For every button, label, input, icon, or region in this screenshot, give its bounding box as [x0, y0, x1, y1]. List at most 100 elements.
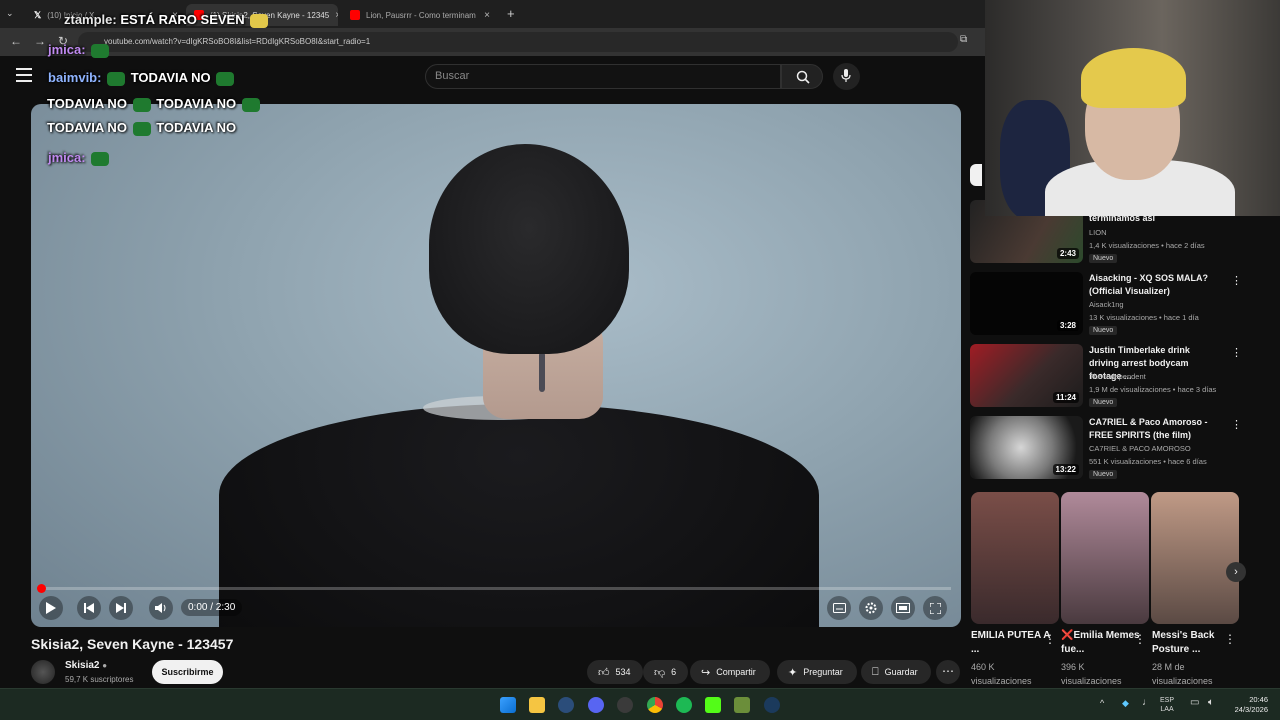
- save-button[interactable]: ⎕ Guardar: [861, 660, 931, 684]
- like-button[interactable]: 👍︎ 534: [587, 660, 643, 684]
- new-tab-button[interactable]: +: [507, 6, 515, 21]
- volume-icon[interactable]: 🔈︎: [1208, 697, 1214, 708]
- volume-icon: [155, 603, 166, 613]
- close-tab-icon[interactable]: ×: [335, 10, 338, 21]
- more-options-icon[interactable]: ⋮: [1231, 274, 1242, 287]
- chat-text: TODAVIA NO: [156, 96, 237, 111]
- short-thumbnail[interactable]: [1061, 492, 1149, 624]
- clock-date: 24/3/2026: [1234, 705, 1268, 714]
- video-player[interactable]: 0:00 / 2:30: [31, 104, 961, 627]
- back-icon[interactable]: ←: [10, 34, 22, 48]
- windows-start-icon[interactable]: [500, 697, 516, 713]
- channel-name[interactable]: LION: [1089, 228, 1107, 237]
- more-icon: ⋯: [942, 664, 954, 678]
- verified-icon: ●: [102, 661, 108, 670]
- spotify-icon[interactable]: [676, 697, 692, 713]
- progress-bar[interactable]: [37, 584, 951, 593]
- tab-list-button[interactable]: ⌄: [6, 8, 14, 19]
- url-input[interactable]: youtube.com/watch?v=dIgKRSoBO8I&list=RDd…: [78, 32, 958, 52]
- chrome-icon[interactable]: [647, 697, 663, 713]
- hamburger-menu-icon[interactable]: [16, 68, 32, 82]
- address-bar-row: ← → ↻ youtube.com/watch?v=dIgKRSoBO8I&li…: [0, 28, 985, 56]
- chat-emote: [241, 97, 260, 112]
- more-options-icon[interactable]: ⋮: [1231, 346, 1242, 359]
- previous-icon: [84, 603, 94, 613]
- dislike-button[interactable]: 👎︎ 6: [643, 660, 688, 684]
- more-options-icon[interactable]: ⋮: [1224, 632, 1236, 646]
- more-options-icon[interactable]: ⋮: [1231, 418, 1242, 431]
- share-button[interactable]: ↪ Compartir: [690, 660, 770, 684]
- filter-chip[interactable]: [970, 164, 982, 186]
- minecraft-icon[interactable]: [734, 697, 750, 713]
- monitor-icon[interactable]: ▭: [1190, 697, 1199, 708]
- short-views: 460 K visualizaciones: [971, 662, 1032, 686]
- theater-mode-button[interactable]: [891, 596, 915, 620]
- chat-username: jmica:: [48, 150, 86, 165]
- channel-name[interactable]: Skisia2 ●: [65, 660, 107, 671]
- kick-icon[interactable]: [705, 697, 721, 713]
- channel-name-label: Skisia2: [65, 660, 100, 671]
- more-options-icon[interactable]: ⋮: [1134, 632, 1146, 646]
- obs-icon[interactable]: [617, 697, 633, 713]
- video-thumbnail[interactable]: 3:28: [970, 272, 1083, 335]
- channel-name[interactable]: Aisack1ng: [1089, 300, 1124, 309]
- sparkle-icon: ✦: [788, 666, 798, 679]
- tab-youtube-lion[interactable]: Lion, Pausrrr - Como terminam ×: [342, 4, 498, 26]
- duration-badge: 11:24: [1052, 392, 1079, 403]
- short-thumbnail[interactable]: [1151, 492, 1239, 624]
- video-meta: 13 K visualizaciones • hace 1 día: [1089, 313, 1199, 322]
- next-button[interactable]: [109, 596, 133, 620]
- video-person-tattoo: [539, 352, 545, 392]
- system-clock[interactable]: 20:46 24/3/2026: [1228, 695, 1268, 715]
- shield-icon[interactable]: ◆: [1122, 698, 1129, 709]
- thumbs-down-icon: 👎︎: [654, 666, 666, 679]
- install-app-icon[interactable]: ⧉: [960, 34, 967, 45]
- steam-icon[interactable]: [558, 697, 574, 713]
- settings-button[interactable]: [859, 596, 883, 620]
- voice-search-button[interactable]: [833, 63, 860, 90]
- previous-button[interactable]: [77, 596, 101, 620]
- more-options-icon[interactable]: ⋮: [1044, 632, 1056, 646]
- progress-scrubber[interactable]: [37, 584, 46, 593]
- video-title[interactable]: CA7RIEL & Paco Amoroso - FREE SPIRITS (t…: [1089, 416, 1219, 442]
- fullscreen-button[interactable]: [923, 596, 947, 620]
- short-thumbnail[interactable]: [971, 492, 1059, 624]
- channel-avatar[interactable]: [31, 660, 55, 684]
- share-icon: ↪: [701, 666, 711, 679]
- chat-emote: [250, 13, 269, 28]
- more-actions-button[interactable]: ⋯: [936, 660, 960, 684]
- video-meta: 1,9 M de visualizaciones • hace 3 días: [1089, 385, 1217, 394]
- subscribe-button[interactable]: Suscribirme: [152, 660, 223, 684]
- input-language[interactable]: ESP LAA: [1160, 696, 1174, 714]
- search-button[interactable]: [781, 64, 823, 89]
- search-input[interactable]: Buscar: [425, 64, 781, 89]
- video-title[interactable]: Aisacking - XQ SOS MALA? (Official Visua…: [1089, 272, 1219, 298]
- mute-button[interactable]: [149, 596, 173, 620]
- chat-message: jmica:: [48, 150, 111, 166]
- close-tab-icon[interactable]: ×: [484, 10, 490, 21]
- video-thumbnail[interactable]: 13:22: [970, 416, 1083, 479]
- ask-button[interactable]: ✦ Preguntar: [777, 660, 857, 684]
- short-title[interactable]: Messi's Back Posture ...: [1152, 629, 1232, 657]
- dislike-count: 6: [671, 667, 677, 677]
- video-thumbnail[interactable]: 11:24: [970, 344, 1083, 407]
- recommendation-item[interactable]: 11:24 Justin Timberlake drink driving ar…: [970, 344, 1250, 408]
- play-button[interactable]: [39, 596, 63, 620]
- file-explorer-icon[interactable]: [529, 697, 545, 713]
- short-title[interactable]: EMILIA PUTEA A ...: [971, 629, 1051, 657]
- microphone-icon[interactable]: ♩: [1142, 697, 1152, 708]
- chevron-right-icon[interactable]: ›: [1226, 562, 1246, 582]
- discord-icon[interactable]: [588, 697, 604, 713]
- tray-chevron-icon[interactable]: ^: [1100, 698, 1104, 708]
- forward-icon[interactable]: →: [34, 34, 46, 48]
- new-badge: Nuevo: [1089, 470, 1118, 479]
- steam-icon[interactable]: [764, 697, 780, 713]
- chat-emote: [91, 151, 110, 166]
- microphone-icon: [841, 69, 851, 82]
- recommendation-item[interactable]: 13:22 CA7RIEL & Paco Amoroso - FREE SPIR…: [970, 416, 1250, 480]
- channel-name[interactable]: The Independent: [1089, 372, 1146, 381]
- recommendation-item[interactable]: 3:28 Aisacking - XQ SOS MALA? (Official …: [970, 272, 1250, 336]
- short-title[interactable]: ❌Emilia Memes fue...: [1061, 629, 1141, 657]
- channel-name[interactable]: CA7RIEL & PACO AMOROSO: [1089, 444, 1191, 453]
- subtitles-button[interactable]: [827, 596, 851, 620]
